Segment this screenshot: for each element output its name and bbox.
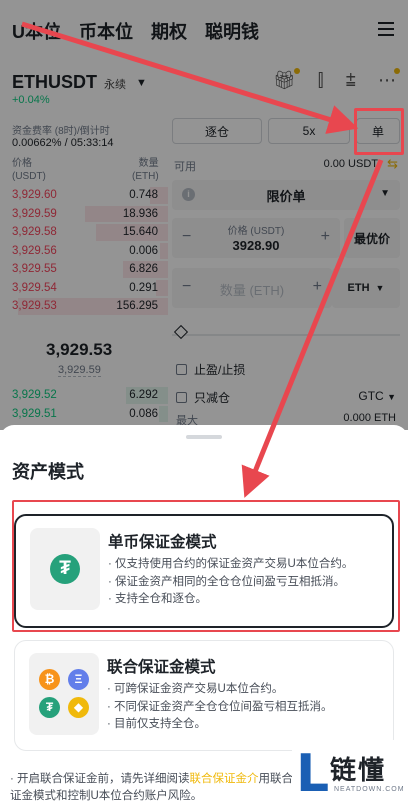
- annotation-arrow-1: [21, 21, 359, 134]
- annotation-arrows: [21, 21, 384, 498]
- watermark-domain: NEATDOWN.COM: [334, 786, 405, 793]
- watermark-logo: L: [296, 744, 330, 804]
- annotation-arrow-2: [241, 159, 384, 498]
- watermark-name: 链懂: [330, 755, 387, 785]
- watermark: L 链懂 NEATDOWN.COM: [292, 740, 408, 807]
